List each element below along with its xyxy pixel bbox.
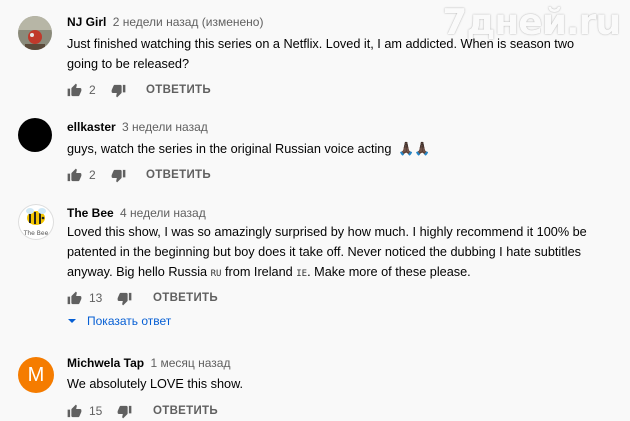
like-count: 2 xyxy=(89,168,96,182)
comment-timestamp[interactable]: 2 недели назад (изменено) xyxy=(113,15,264,29)
comment-text: Just finished watching this series on a … xyxy=(67,37,575,71)
comment-author[interactable]: The Bee xyxy=(67,206,114,220)
like-button[interactable]: 13 xyxy=(67,288,102,308)
flag-ireland-icon: IE xyxy=(296,269,308,279)
thumb-up-icon xyxy=(67,404,82,417)
like-button[interactable]: 2 xyxy=(67,165,96,185)
comment-timestamp[interactable]: 3 недели назад xyxy=(122,120,208,134)
show-replies-button[interactable]: Показать ответ xyxy=(67,314,171,328)
dislike-button[interactable] xyxy=(111,165,126,185)
avatar[interactable] xyxy=(18,16,52,50)
avatar[interactable]: The Bee xyxy=(18,204,54,240)
dislike-button[interactable] xyxy=(111,80,126,100)
thumb-down-icon xyxy=(117,405,132,418)
comment-timestamp[interactable]: 4 недели назад xyxy=(120,206,206,220)
like-button[interactable]: 15 xyxy=(67,401,102,421)
like-count: 13 xyxy=(89,291,103,305)
like-button[interactable]: 2 xyxy=(67,80,96,100)
reply-button[interactable]: ОТВЕТИТЬ xyxy=(146,80,211,100)
flag-russia-icon: RU xyxy=(210,269,222,279)
show-replies-label: Показать ответ xyxy=(87,314,172,328)
dislike-button[interactable] xyxy=(117,401,132,421)
comment-timestamp[interactable]: 1 месяц назад xyxy=(150,356,230,370)
like-count: 15 xyxy=(89,404,103,418)
thumb-down-icon xyxy=(111,169,126,182)
thumb-down-icon xyxy=(111,84,126,97)
dislike-button[interactable] xyxy=(117,288,132,308)
thumb-up-icon xyxy=(67,291,82,304)
comment-author[interactable]: Michwela Tap xyxy=(67,356,144,370)
like-count: 2 xyxy=(89,83,96,97)
comment-author[interactable]: NJ Girl xyxy=(67,15,106,29)
comment-author[interactable]: ellkaster xyxy=(67,120,116,134)
thumb-up-icon xyxy=(67,83,82,96)
caret-down-icon xyxy=(68,319,76,323)
comment-text: guys, watch the series in the original R… xyxy=(67,142,431,157)
avatar[interactable] xyxy=(18,118,52,152)
reply-button[interactable]: ОТВЕТИТЬ xyxy=(153,401,218,421)
avatar-letter: M xyxy=(27,363,45,386)
avatar-caption: The Bee xyxy=(23,230,49,237)
folded-hands-icon: 🙏🏿🙏🏿 xyxy=(397,142,431,157)
thumb-down-icon xyxy=(117,292,132,305)
thumb-up-icon xyxy=(67,168,82,181)
reply-button[interactable]: ОТВЕТИТЬ xyxy=(153,288,218,308)
comment-text: Loved this show, I was so amazingly surp… xyxy=(67,225,587,279)
comment-text: We absolutely LOVE this show. xyxy=(67,377,244,391)
reply-button[interactable]: ОТВЕТИТЬ xyxy=(146,165,211,185)
avatar[interactable]: M xyxy=(18,357,54,393)
